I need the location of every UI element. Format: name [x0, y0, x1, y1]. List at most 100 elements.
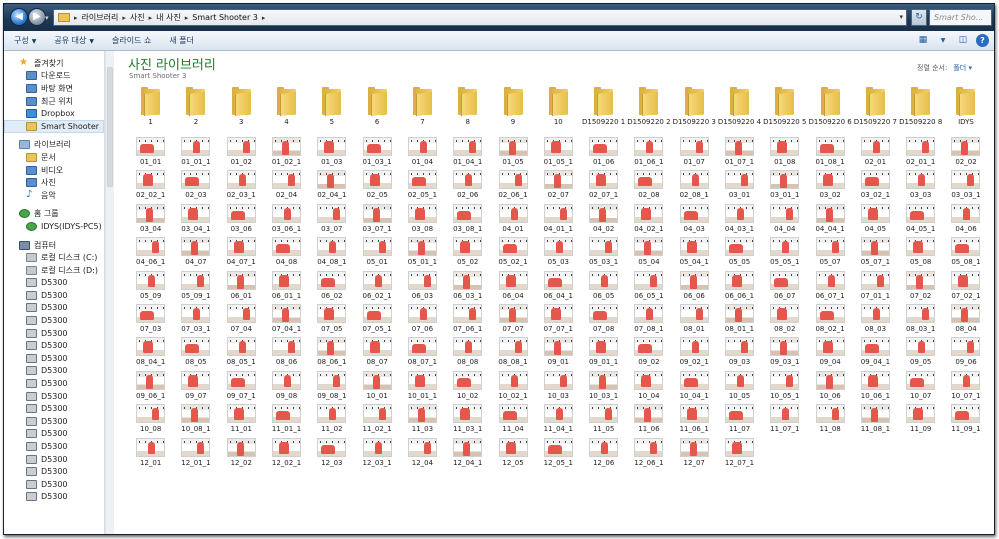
sidebar-item[interactable]: 로컬 디스크 (C:) — [4, 251, 104, 264]
photo-item[interactable]: 09_05 — [898, 337, 943, 370]
photo-item[interactable]: 09_06 — [943, 337, 988, 370]
photo-item[interactable]: 02_03_1 — [219, 170, 264, 203]
photo-item[interactable]: 06_05_1 — [626, 270, 671, 304]
photo-item[interactable]: 10_03 — [536, 370, 581, 404]
photo-item[interactable]: 08_04_1 — [128, 337, 173, 370]
photo-item[interactable]: 11_06_1 — [672, 404, 717, 437]
photo-item[interactable]: 01_05 — [490, 137, 535, 170]
photo-item[interactable]: 04_04 — [762, 203, 807, 237]
sidebar-item[interactable]: D5300 — [4, 428, 104, 441]
photo-item[interactable]: 08_03_1 — [898, 303, 943, 337]
photo-item[interactable]: 10_02 — [445, 370, 490, 404]
photo-item[interactable]: 10_04 — [626, 370, 671, 404]
photo-item[interactable]: 01_01_1 — [173, 137, 218, 170]
photo-item[interactable]: 04_02 — [581, 203, 626, 237]
photo-item[interactable]: 07_04 — [219, 303, 264, 337]
folder-item[interactable]: D1509220 6 — [807, 87, 852, 137]
organize-button[interactable]: 구성 ▼ — [14, 35, 36, 46]
photo-item[interactable]: 02_06 — [445, 170, 490, 203]
photo-item[interactable]: 04_08 — [264, 237, 309, 270]
photo-item[interactable]: 10_03_1 — [581, 370, 626, 404]
photo-item[interactable]: 12_03_1 — [354, 437, 399, 471]
photo-item[interactable]: 03_02 — [807, 170, 852, 203]
photo-item[interactable]: 10_08 — [128, 404, 173, 437]
photo-item[interactable]: 12_02_1 — [264, 437, 309, 471]
photo-item[interactable]: 05_02_1 — [490, 237, 535, 270]
photo-item[interactable]: 11_04 — [490, 404, 535, 437]
new-folder-button[interactable]: 새 폴더 — [169, 35, 194, 46]
sidebar-item[interactable]: D5300 — [4, 314, 104, 327]
photo-item[interactable]: 03_08 — [400, 203, 445, 237]
photo-item[interactable]: 12_07 — [672, 437, 717, 471]
photo-item[interactable]: 06_02 — [309, 270, 354, 304]
refresh-icon[interactable]: ↻ — [911, 9, 927, 26]
photo-item[interactable]: 03_03_1 — [943, 170, 988, 203]
photo-item[interactable]: 07_08_1 — [626, 303, 671, 337]
share-with-button[interactable]: 공유 대상 ▼ — [54, 35, 94, 46]
sidebar-item[interactable]: D5300 — [4, 277, 104, 290]
photo-item[interactable]: 08_08 — [445, 337, 490, 370]
photo-item[interactable]: 11_06 — [626, 404, 671, 437]
nav-group-header[interactable]: 컴퓨터 — [4, 239, 104, 252]
photo-item[interactable]: 02_01_1 — [898, 137, 943, 170]
photo-item[interactable]: 08_07 — [354, 337, 399, 370]
photo-item[interactable]: 12_07_1 — [717, 437, 762, 471]
photo-item[interactable]: 02_04_1 — [309, 170, 354, 203]
photo-item[interactable]: 09_08_1 — [309, 370, 354, 404]
folder-item[interactable]: 6 — [354, 87, 399, 137]
chevron-down-icon[interactable]: ▾ — [899, 13, 903, 21]
photo-item[interactable]: 02_04 — [264, 170, 309, 203]
breadcrumb-item-my-pictures[interactable]: 내 사진 — [156, 12, 181, 23]
photo-item[interactable]: 02_02 — [943, 137, 988, 170]
view-options-icon[interactable]: ▦ — [916, 34, 930, 47]
photo-item[interactable]: 01_01 — [128, 137, 173, 170]
photo-item[interactable]: 01_02 — [219, 137, 264, 170]
photo-item[interactable]: 01_05_1 — [536, 137, 581, 170]
photo-item[interactable]: 11_03 — [400, 404, 445, 437]
photo-item[interactable]: 01_06 — [581, 137, 626, 170]
photo-item[interactable]: 10_07_1 — [943, 370, 988, 404]
photo-item[interactable]: 04_06_1 — [128, 237, 173, 270]
photo-item[interactable]: 06_05 — [581, 270, 626, 304]
photo-item[interactable]: 06_06_1 — [717, 270, 762, 304]
breadcrumb-separator-icon[interactable]: ▸ — [149, 14, 153, 22]
photo-item[interactable]: 09_07 — [173, 370, 218, 404]
folder-item[interactable]: 7 — [400, 87, 445, 137]
photo-item[interactable]: 10_06 — [807, 370, 852, 404]
photo-item[interactable]: 01_04 — [400, 137, 445, 170]
photo-item[interactable]: 08_01 — [672, 303, 717, 337]
photo-item[interactable]: 06_01 — [219, 270, 264, 304]
photo-item[interactable]: 09_02 — [626, 337, 671, 370]
folder-item[interactable]: 2 — [173, 87, 218, 137]
photo-item[interactable]: 11_03_1 — [445, 404, 490, 437]
photo-item[interactable]: 09_01 — [536, 337, 581, 370]
photo-item[interactable]: 07_07 — [490, 303, 535, 337]
photo-item[interactable]: 07_06_1 — [445, 303, 490, 337]
nav-group-header[interactable]: 라이브러리 — [4, 139, 104, 152]
photo-item[interactable]: 06_03 — [400, 270, 445, 304]
photo-item[interactable]: 08_08_1 — [490, 337, 535, 370]
photo-item[interactable]: 04_07 — [173, 237, 218, 270]
nav-group-header[interactable]: 홈 그룹 — [4, 208, 104, 221]
photo-item[interactable]: 06_01_1 — [264, 270, 309, 304]
photo-item[interactable]: 07_02 — [898, 270, 943, 304]
photo-item[interactable]: 05_03 — [536, 237, 581, 270]
photo-item[interactable]: 06_07 — [762, 270, 807, 304]
photo-item[interactable]: 02_06_1 — [490, 170, 535, 203]
breadcrumb-separator-icon[interactable]: ▸ — [74, 14, 78, 22]
photo-item[interactable]: 09_03_1 — [762, 337, 807, 370]
photo-item[interactable]: 10_07 — [898, 370, 943, 404]
search-input[interactable]: Smart Sho... — [929, 9, 992, 26]
folder-item[interactable]: D1509220 2 — [626, 87, 671, 137]
photo-item[interactable]: 08_02 — [762, 303, 807, 337]
photo-item[interactable]: 05_05_1 — [762, 237, 807, 270]
photo-item[interactable]: 01_08 — [762, 137, 807, 170]
photo-item[interactable]: 09_06_1 — [128, 370, 173, 404]
photo-item[interactable]: 04_03_1 — [717, 203, 762, 237]
photo-item[interactable]: 10_02_1 — [490, 370, 535, 404]
breadcrumb-item-libraries[interactable]: 라이브러리 — [82, 12, 119, 23]
photo-item[interactable]: 08_04 — [943, 303, 988, 337]
photo-item[interactable]: 09_01_1 — [581, 337, 626, 370]
photo-item[interactable]: 04_05 — [853, 203, 898, 237]
photo-item[interactable]: 08_07_1 — [400, 337, 445, 370]
